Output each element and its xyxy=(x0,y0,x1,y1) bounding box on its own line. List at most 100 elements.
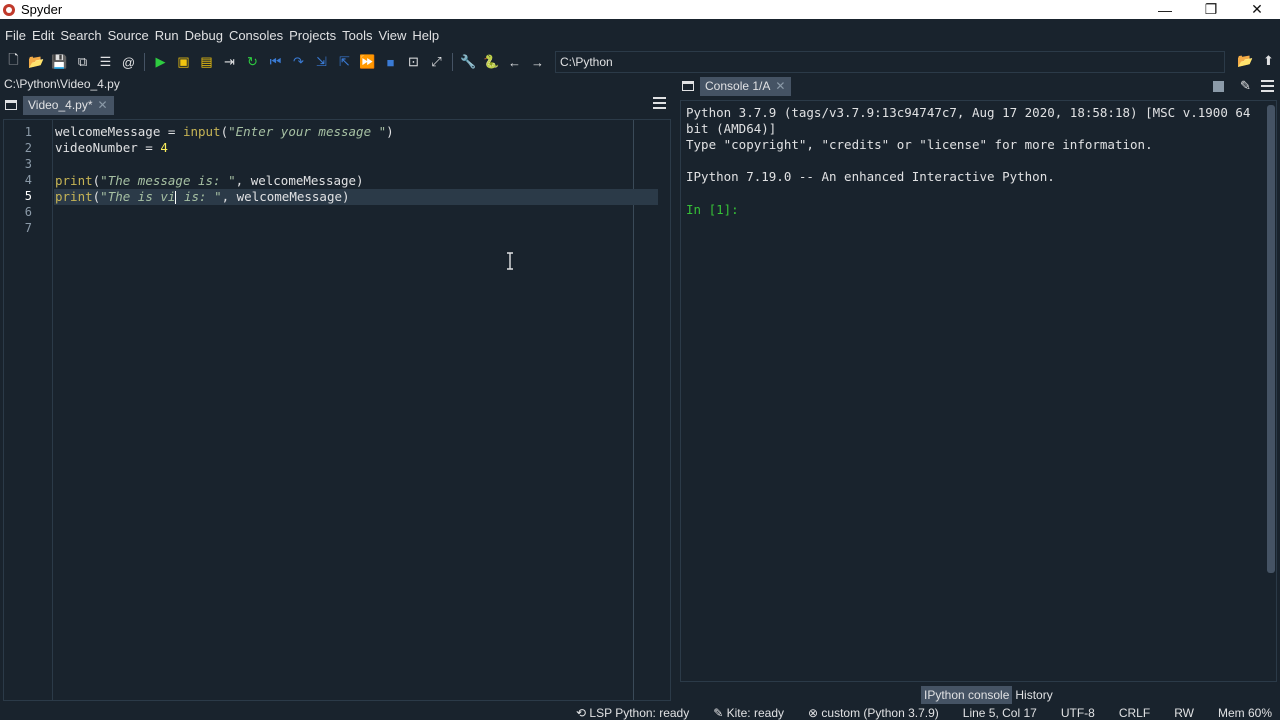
console-pane-tabs: IPython console History xyxy=(921,686,1056,704)
cursor-position: Line 5, Col 17 xyxy=(962,706,1037,720)
file-permissions: RW xyxy=(1174,706,1194,720)
line-number: 3 xyxy=(24,157,32,171)
preferences-wrench-icon[interactable]: 🔧 xyxy=(457,51,480,73)
code-line[interactable]: welcomeMessage = input("Enter your messa… xyxy=(54,124,670,140)
line-number-current: 5 xyxy=(24,189,32,203)
spyder-window: Spyder — ❐ ✕ File Edit Search Source Run… xyxy=(0,0,1280,720)
tab-video-4[interactable]: Video_4.py* ✕ xyxy=(23,95,114,115)
console-tab-bar: Console 1/A ✕ ✎ xyxy=(677,76,1280,96)
maximize-button[interactable]: ❐ xyxy=(1188,0,1234,19)
code-editor[interactable]: 1 2 3 4 5 6 7 welcomeMessage = input("En… xyxy=(3,119,671,701)
close-tab-icon[interactable]: ✕ xyxy=(98,98,108,112)
open-file-icon[interactable]: 📂 xyxy=(25,51,48,73)
console-output-line: IPython 7.19.0 -- An enhanced Interactiv… xyxy=(686,169,1055,184)
outline-list-icon[interactable]: ☰ xyxy=(94,51,117,73)
status-bar: ⟲ LSP Python: ready ✎ Kite: ready ⊗ cust… xyxy=(0,706,1280,720)
close-button[interactable]: ✕ xyxy=(1234,0,1280,19)
environment-label: custom (Python 3.7.9) xyxy=(821,706,939,720)
browse-tabs-icon[interactable] xyxy=(682,81,694,91)
window-title: Spyder xyxy=(21,2,63,17)
close-tab-icon[interactable]: ✕ xyxy=(775,79,785,93)
forward-arrow-icon[interactable]: → xyxy=(526,51,549,73)
line-number: 4 xyxy=(24,173,32,187)
clear-console-eraser-icon[interactable]: ✎ xyxy=(1234,75,1257,97)
code-line[interactable] xyxy=(54,156,670,172)
main-toolbar: 🗋 📂 💾 ⧉ ☰ @ ▶ ▣ ▤ ⇥ ↻ ⏮ ↷ ⇲ ⇱ ⏩ ■ ⊡ ⤢ 🔧 … xyxy=(0,50,1280,74)
console-output-line: bit (AMD64)] xyxy=(686,121,777,136)
menu-run[interactable]: Run xyxy=(152,28,182,43)
step-icon[interactable]: ↷ xyxy=(287,51,310,73)
environment-status: ⊗ custom (Python 3.7.9) xyxy=(808,706,939,720)
minimize-button[interactable]: — xyxy=(1142,0,1188,19)
continue-icon[interactable]: ⏩ xyxy=(356,51,379,73)
save-all-icon[interactable]: ⧉ xyxy=(71,51,94,73)
console-scrollbar[interactable] xyxy=(1267,105,1275,573)
code-lines: welcomeMessage = input("Enter your messa… xyxy=(54,124,670,237)
console-prompt[interactable]: In [1]: xyxy=(686,202,739,218)
tab-console-1a[interactable]: Console 1/A ✕ xyxy=(700,76,792,96)
run-icon[interactable]: ▶ xyxy=(149,51,172,73)
debug-icon[interactable]: ⏮ xyxy=(264,51,287,73)
rerun-icon[interactable]: ↻ xyxy=(241,51,264,73)
at-symbol-icon[interactable]: @ xyxy=(117,51,140,73)
tab-ipython-console[interactable]: IPython console xyxy=(921,686,1013,704)
menu-bar: File Edit Search Source Run Debug Consol… xyxy=(0,24,1280,46)
menu-search[interactable]: Search xyxy=(57,28,104,43)
stop-debug-icon[interactable]: ■ xyxy=(379,51,402,73)
back-arrow-icon[interactable]: ← xyxy=(503,51,526,73)
menu-edit[interactable]: Edit xyxy=(29,28,57,43)
console-output-line: Type "copyright", "credits" or "license"… xyxy=(686,137,1153,152)
line-number: 6 xyxy=(24,205,32,219)
parent-directory-icon[interactable]: ⬆ xyxy=(1257,50,1280,72)
editor-options-menu-icon[interactable] xyxy=(653,97,666,109)
menu-view[interactable]: View xyxy=(375,28,409,43)
python-path-icon[interactable]: 🐍 xyxy=(480,51,503,73)
lsp-status: ⟲ LSP Python: ready xyxy=(576,706,690,720)
title-bar: Spyder — ❐ ✕ xyxy=(0,0,1280,19)
editor-tab-bar: Video_4.py* ✕ xyxy=(0,94,672,116)
code-line[interactable]: videoNumber = 4 xyxy=(54,140,670,156)
kite-status: ✎ Kite: ready xyxy=(713,706,784,720)
working-directory-input[interactable]: C:\Python xyxy=(555,51,1225,73)
step-into-icon[interactable]: ⇲ xyxy=(310,51,333,73)
console-options-menu-icon[interactable] xyxy=(1261,80,1274,92)
step-return-icon[interactable]: ⇱ xyxy=(333,51,356,73)
spyder-logo-icon xyxy=(3,3,15,16)
menu-consoles[interactable]: Consoles xyxy=(226,28,286,43)
text-cursor-ibeam-icon xyxy=(507,252,513,270)
menu-projects[interactable]: Projects xyxy=(286,28,339,43)
memory-usage: Mem 60% xyxy=(1217,706,1272,720)
line-endings: CRLF xyxy=(1118,706,1151,720)
run-cell-icon[interactable]: ▣ xyxy=(172,51,195,73)
save-icon[interactable]: 💾 xyxy=(48,51,71,73)
menu-file[interactable]: File xyxy=(2,28,29,43)
ipython-console[interactable]: Python 3.7.9 (tags/v3.7.9:13c94747c7, Au… xyxy=(680,100,1277,682)
fullscreen-icon[interactable]: ⤢ xyxy=(425,51,448,73)
new-file-icon[interactable]: 🗋 xyxy=(2,51,25,73)
console-output-line: Python 3.7.9 (tags/v3.7.9:13c94747c7, Au… xyxy=(686,105,1251,120)
code-line-current[interactable]: print("The is vi is: ", welcomeMessage) xyxy=(54,188,658,205)
run-selection-icon[interactable]: ⇥ xyxy=(218,51,241,73)
toolbar-divider xyxy=(144,53,145,71)
code-line[interactable] xyxy=(54,205,670,221)
menu-source[interactable]: Source xyxy=(105,28,152,43)
browse-tabs-icon[interactable] xyxy=(5,100,17,110)
line-number: 7 xyxy=(24,221,32,235)
maximize-pane-icon[interactable]: ⊡ xyxy=(402,51,425,73)
line-number-gutter: 1 2 3 4 5 6 7 xyxy=(4,120,53,700)
tab-history[interactable]: History xyxy=(1012,686,1055,704)
menu-debug[interactable]: Debug xyxy=(182,28,226,43)
line-number: 1 xyxy=(24,125,32,139)
lsp-status-label: LSP Python: ready xyxy=(589,706,690,720)
menu-tools[interactable]: Tools xyxy=(339,28,375,43)
kite-status-label: Kite: ready xyxy=(726,706,784,720)
toolbar-divider xyxy=(452,53,453,71)
interrupt-kernel-icon[interactable] xyxy=(1213,80,1224,92)
run-cell-advance-icon[interactable]: ▤ xyxy=(195,51,218,73)
menu-help[interactable]: Help xyxy=(409,28,442,43)
editor-file-path: C:\Python\Video_4.py xyxy=(4,77,120,91)
code-line[interactable] xyxy=(54,221,670,237)
tab-label: Video_4.py* xyxy=(28,98,93,112)
code-line[interactable]: print("The message is: ", welcomeMessage… xyxy=(54,173,670,189)
browse-directory-icon[interactable]: 📂 xyxy=(1234,50,1257,72)
